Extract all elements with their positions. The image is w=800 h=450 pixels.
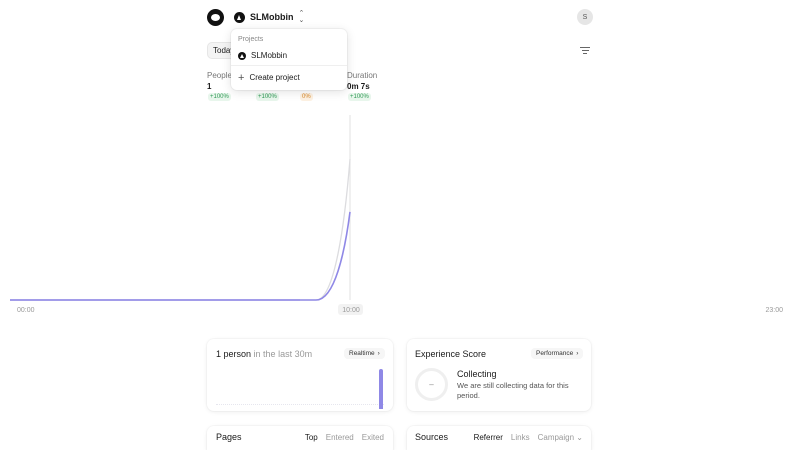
project-icon — [234, 11, 245, 23]
filter-line — [580, 46, 590, 48]
tab-campaign-label: Campaign — [537, 433, 575, 442]
tab-entered[interactable]: Entered — [326, 433, 354, 442]
create-project-button[interactable]: + Create project — [238, 71, 300, 84]
metric-change-badge: 0% — [300, 93, 313, 101]
plus-icon: + — [238, 71, 245, 84]
x-tick-label: 23:00 — [765, 307, 783, 314]
dropdown-item-label: SLMobbin — [251, 51, 288, 60]
chevron-right-icon: › — [576, 350, 579, 357]
dropdown-item-project[interactable]: SLMobbin — [238, 51, 287, 60]
pages-tabs: Top Entered Exited — [305, 433, 384, 442]
realtime-count-label: 1 person — [216, 349, 252, 359]
experience-score-card: Experience Score Performance › – Collect… — [407, 339, 591, 411]
project-switcher[interactable]: SLMobbin ⌃ ⌄ — [234, 9, 304, 25]
realtime-button-label: Realtime — [349, 350, 375, 357]
metric-people[interactable]: People 1 — [207, 71, 232, 91]
experience-title: Experience Score — [415, 349, 487, 359]
metric-duration[interactable]: Duration 0m 7s — [347, 71, 377, 91]
avatar-initial: S — [582, 13, 588, 21]
experience-status-title: Collecting — [457, 369, 497, 379]
metric-change-badge: +100% — [208, 93, 231, 101]
chevron-updown-icon: ⌃ ⌄ — [298, 10, 305, 24]
dropdown-section-label: Projects — [238, 36, 264, 43]
realtime-bar — [379, 369, 383, 409]
create-project-label: Create project — [249, 73, 300, 82]
chevron-down-icon: ⌄ — [576, 433, 583, 442]
pages-title: Pages — [216, 432, 242, 442]
project-dropdown: Projects SLMobbin + Create project — [231, 29, 347, 90]
app-logo[interactable] — [207, 9, 224, 26]
performance-button[interactable]: Performance › — [531, 348, 584, 359]
x-tick-label: 10:00 — [342, 307, 360, 314]
realtime-card: 1 person in the last 30m Realtime › — [207, 339, 393, 411]
experience-gauge: – — [415, 368, 448, 401]
chart-series-line-secondary — [10, 158, 351, 301]
metric-change-badge: +100% — [348, 93, 371, 101]
tab-campaign[interactable]: Campaign ⌄ — [538, 433, 583, 442]
filter-line — [583, 52, 587, 54]
metric-change-badge: +100% — [256, 93, 279, 101]
sources-tabs: Referrer Links Campaign ⌄ — [474, 433, 583, 442]
metric-value: 0m 7s — [347, 82, 370, 91]
filter-line — [581, 49, 589, 51]
traffic-chart[interactable]: 00:00 10:00 23:00 — [0, 105, 800, 320]
tab-top[interactable]: Top — [305, 433, 318, 442]
user-avatar[interactable]: S — [577, 9, 593, 25]
pages-card: Pages Top Entered Exited — [207, 426, 393, 450]
performance-button-label: Performance — [536, 350, 574, 357]
realtime-period-label: in the last 30m — [253, 349, 313, 359]
gauge-value: – — [429, 380, 434, 389]
metric-value: 1 — [207, 82, 212, 91]
chart-series-line-primary — [10, 211, 351, 301]
tab-referrer[interactable]: Referrer — [474, 433, 503, 442]
tab-links[interactable]: Links — [511, 433, 530, 442]
x-tick-label: 00:00 — [17, 307, 35, 314]
metric-label: Duration — [347, 71, 378, 80]
sources-card: Sources Referrer Links Campaign ⌄ — [407, 426, 591, 450]
realtime-count: 1 person in the last 30m — [216, 349, 312, 359]
realtime-button[interactable]: Realtime › — [344, 348, 385, 359]
chevron-right-icon: › — [377, 350, 380, 357]
filter-icon[interactable] — [577, 42, 593, 58]
metric-label: People — [207, 71, 232, 80]
realtime-baseline — [216, 404, 384, 407]
project-icon — [238, 51, 246, 60]
tab-exited[interactable]: Exited — [362, 433, 384, 442]
sources-title: Sources — [415, 432, 449, 442]
experience-status-text: We are still collecting data for this pe… — [457, 381, 569, 400]
dropdown-divider — [231, 65, 347, 66]
project-name: SLMobbin — [250, 12, 294, 22]
